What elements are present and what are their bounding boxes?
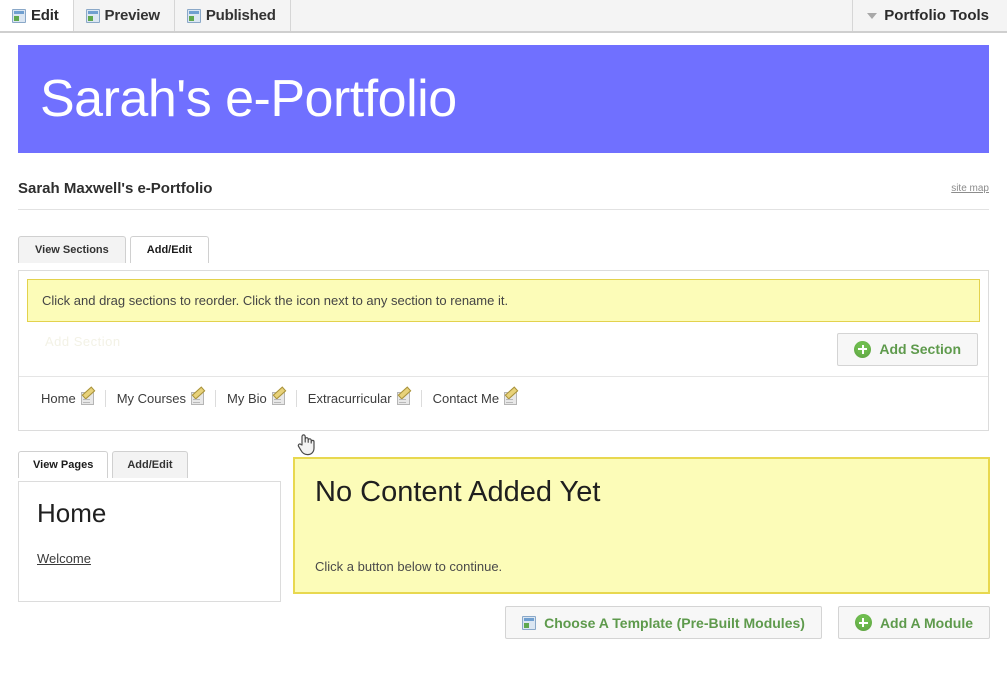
portfolio-subheader: Sarah Maxwell's e-Portfolio site map bbox=[18, 168, 989, 210]
pages-panel-title: Home bbox=[37, 498, 107, 528]
site-map-link[interactable]: site map bbox=[951, 183, 989, 194]
sections-nav: Home My Courses My Bio Extracurricular C… bbox=[19, 376, 988, 420]
window-icon bbox=[12, 8, 26, 23]
section-item-my-courses[interactable]: My Courses bbox=[109, 391, 212, 406]
choose-template-button[interactable]: Choose A Template (Pre-Built Modules) bbox=[505, 606, 822, 639]
top-tab-bar: Edit Preview Published Portfolio Tools bbox=[0, 0, 1007, 33]
tab-published-label: Published bbox=[205, 7, 276, 24]
add-section-label: Add Section bbox=[879, 341, 961, 357]
sections-panel: Click and drag sections to reorder. Clic… bbox=[18, 270, 989, 431]
content-placeholder-panel: No Content Added Yet Click a button belo… bbox=[293, 457, 990, 594]
content-placeholder-subtitle: Click a button below to continue. bbox=[315, 559, 503, 574]
app-root: Edit Preview Published Portfolio Tools S… bbox=[0, 0, 1007, 700]
tab-view-sections[interactable]: View Sections bbox=[18, 236, 126, 263]
portfolio-tools-menu[interactable]: Portfolio Tools bbox=[853, 0, 1007, 31]
pointer-hand-cursor bbox=[296, 432, 316, 456]
edit-icon[interactable] bbox=[504, 392, 518, 405]
edit-icon[interactable] bbox=[396, 392, 410, 405]
section-item-extracurricular[interactable]: Extracurricular bbox=[300, 391, 418, 406]
content-action-buttons: Choose A Template (Pre-Built Modules) Ad… bbox=[293, 606, 990, 639]
top-tab-group: Edit Preview Published bbox=[0, 0, 291, 31]
tab-preview[interactable]: Preview bbox=[73, 0, 175, 31]
sections-action-row: Add Section Add Section bbox=[19, 322, 988, 376]
section-item-contact-me[interactable]: Contact Me bbox=[425, 391, 525, 406]
add-module-button[interactable]: Add A Module bbox=[837, 606, 990, 639]
pages-panel: Home Welcome bbox=[18, 481, 281, 602]
section-item-my-bio[interactable]: My Bio bbox=[219, 391, 293, 406]
tab-preview-label: Preview bbox=[104, 7, 161, 24]
portfolio-banner: Sarah's e-Portfolio bbox=[18, 45, 989, 153]
sections-instruction-banner: Click and drag sections to reorder. Clic… bbox=[27, 279, 980, 322]
section-label: My Bio bbox=[227, 391, 267, 406]
tab-published[interactable]: Published bbox=[174, 0, 291, 31]
plus-circle-icon bbox=[854, 614, 872, 631]
separator bbox=[420, 390, 422, 407]
separator bbox=[215, 390, 217, 407]
edit-icon[interactable] bbox=[191, 392, 205, 405]
sections-instruction-text: Click and drag sections to reorder. Clic… bbox=[42, 293, 509, 308]
pages-tab-group: View Pages Add/Edit bbox=[18, 451, 188, 478]
add-section-button[interactable]: Add Section bbox=[837, 332, 978, 366]
edit-icon[interactable] bbox=[271, 392, 285, 405]
content-placeholder-title: No Content Added Yet bbox=[315, 476, 601, 508]
edit-icon[interactable] bbox=[80, 392, 94, 405]
window-icon bbox=[186, 8, 201, 23]
tab-edit[interactable]: Edit bbox=[0, 0, 74, 31]
separator bbox=[295, 390, 297, 407]
section-label: Extracurricular bbox=[307, 391, 392, 406]
window-icon bbox=[522, 615, 537, 630]
portfolio-tools-label: Portfolio Tools bbox=[884, 7, 989, 24]
tab-edit-label: Edit bbox=[31, 7, 59, 24]
choose-template-label: Choose A Template (Pre-Built Modules) bbox=[544, 614, 805, 631]
chevron-down-icon bbox=[867, 12, 878, 19]
section-label: Home bbox=[41, 391, 76, 406]
page-item-welcome[interactable]: Welcome bbox=[37, 551, 91, 566]
section-item-home[interactable]: Home bbox=[33, 391, 102, 406]
drag-ghost-label: Add Section bbox=[45, 334, 121, 349]
separator bbox=[104, 390, 106, 407]
tab-sections-add-edit[interactable]: Add/Edit bbox=[129, 236, 209, 263]
sections-tab-group: View Sections Add/Edit bbox=[18, 236, 209, 263]
window-icon bbox=[85, 8, 100, 23]
tab-pages-add-edit[interactable]: Add/Edit bbox=[112, 451, 188, 478]
section-label: My Courses bbox=[116, 391, 187, 406]
banner-title: Sarah's e-Portfolio bbox=[40, 70, 457, 128]
page-title: Sarah Maxwell's e-Portfolio bbox=[18, 180, 213, 197]
add-module-label: Add A Module bbox=[879, 614, 973, 631]
plus-circle-icon bbox=[854, 340, 872, 358]
section-label: Contact Me bbox=[432, 391, 500, 406]
top-tab-spacer bbox=[290, 0, 854, 31]
tab-view-pages[interactable]: View Pages bbox=[18, 451, 109, 478]
